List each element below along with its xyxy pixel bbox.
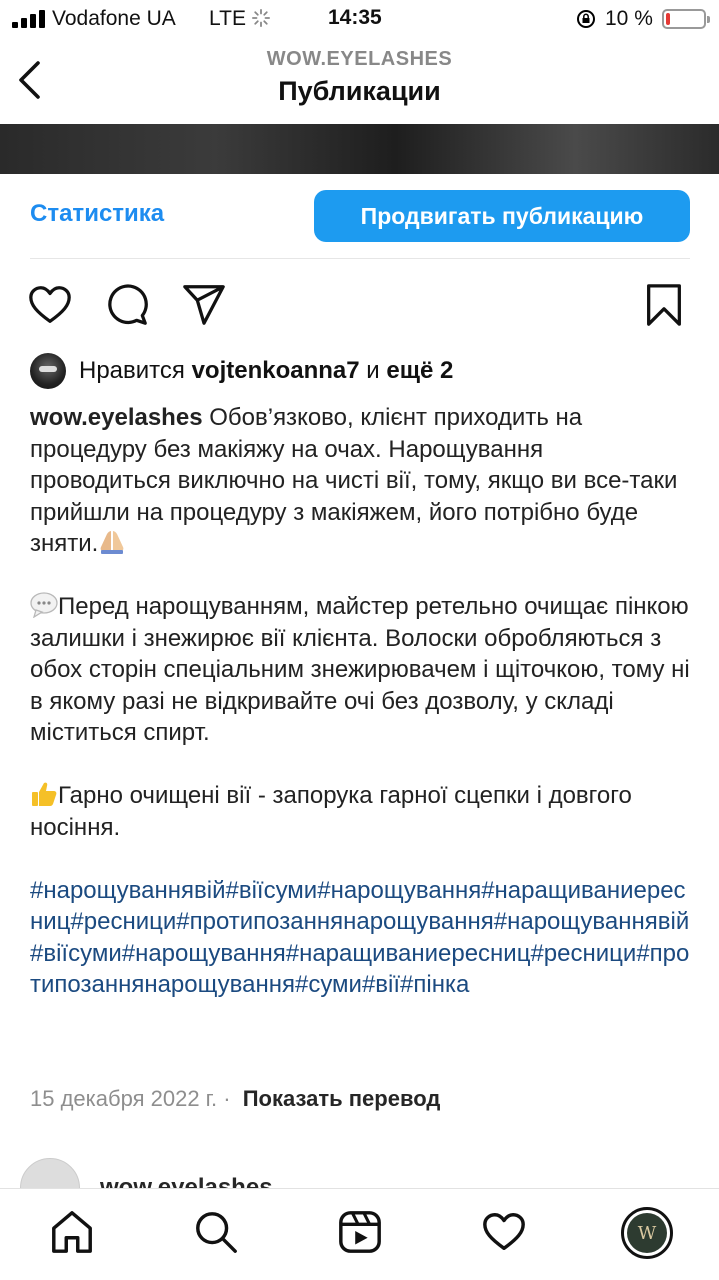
carrier-name: Vodafone UA bbox=[52, 7, 176, 30]
tab-bar: W bbox=[0, 1188, 719, 1280]
reels-icon[interactable] bbox=[337, 1209, 383, 1255]
signal-icon bbox=[12, 10, 46, 28]
hashtags[interactable]: #нарощуваннявій#віїсуми#нарощування#нара… bbox=[30, 875, 690, 1001]
post-image[interactable] bbox=[0, 124, 719, 174]
comment-icon[interactable] bbox=[104, 282, 150, 328]
caption-paragraph-2: Перед нарощуванням, майстер ретельно очи… bbox=[30, 593, 690, 746]
promote-post-button[interactable]: Продвигать публикацию bbox=[314, 190, 690, 242]
page-title: Публикации bbox=[278, 76, 441, 106]
activity-spinner-icon bbox=[252, 9, 270, 27]
share-icon[interactable] bbox=[181, 282, 227, 328]
thumbs-up-emoji bbox=[32, 782, 57, 806]
show-translation-link[interactable]: Показать перевод bbox=[243, 1086, 441, 1111]
statistics-link[interactable]: Статистика bbox=[30, 200, 164, 228]
caption-paragraph-3: Гарно очищені вії - запорука гарної сцеп… bbox=[30, 782, 632, 841]
caption: wow.eyelashes Обов’язково, клієнт приход… bbox=[30, 402, 690, 1032]
likes-prefix: Нравится bbox=[79, 357, 185, 384]
status-bar: Vodafone UA LTE 14:35 10 % bbox=[0, 0, 719, 40]
post-meta: 15 декабря 2022 г. · Показать перевод bbox=[30, 1086, 440, 1112]
heart-icon[interactable] bbox=[27, 282, 73, 328]
next-post-header[interactable]: wow.eyelashes bbox=[20, 1158, 700, 1188]
battery-icon bbox=[662, 9, 710, 29]
liker-avatar bbox=[30, 353, 66, 389]
header: WOW.EYELASHES Публикации bbox=[0, 40, 719, 124]
speech-bubble-emoji bbox=[30, 592, 58, 618]
account-name: WOW.EYELASHES bbox=[266, 48, 453, 70]
clock: 14:35 bbox=[328, 6, 382, 29]
folded-hands-emoji bbox=[100, 531, 124, 554]
profile-initial: W bbox=[627, 1213, 667, 1253]
bookmark-icon[interactable] bbox=[641, 282, 687, 328]
profile-avatar[interactable]: W bbox=[621, 1207, 673, 1259]
next-post-avatar bbox=[20, 1158, 80, 1188]
likes-joiner: и bbox=[366, 357, 380, 384]
next-post-username[interactable]: wow.eyelashes bbox=[100, 1174, 273, 1188]
meta-separator: · bbox=[223, 1086, 231, 1111]
likes-row[interactable]: Нравится vojtenkoanna7 и ещё 2 bbox=[30, 352, 453, 390]
divider bbox=[30, 258, 690, 259]
activity-heart-icon[interactable] bbox=[481, 1209, 527, 1255]
home-icon[interactable] bbox=[49, 1209, 95, 1255]
caption-username[interactable]: wow.eyelashes bbox=[30, 404, 203, 431]
post-date: 15 декабря 2022 г. bbox=[30, 1086, 218, 1111]
likes-more[interactable]: ещё 2 bbox=[386, 357, 453, 385]
network-type: LTE bbox=[209, 7, 246, 30]
battery-percent: 10 % bbox=[605, 7, 653, 30]
liker-username[interactable]: vojtenkoanna7 bbox=[192, 357, 360, 385]
search-icon[interactable] bbox=[193, 1209, 239, 1255]
orientation-lock-icon bbox=[577, 10, 595, 28]
battery-level bbox=[666, 13, 670, 25]
